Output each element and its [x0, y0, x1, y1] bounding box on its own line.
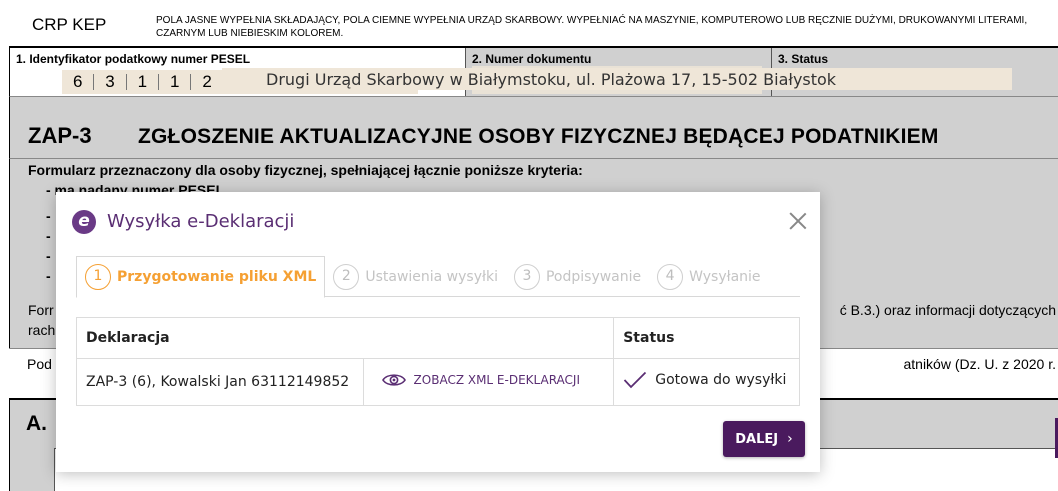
step-number: 3	[513, 263, 540, 290]
e-declaration-logo-icon: e	[72, 210, 96, 234]
column-header-declaration: Deklaracja	[75, 317, 615, 359]
declarations-table: Deklaracja Status ZAP-3 (6), Kowalski Ja…	[75, 317, 800, 406]
step-sending[interactable]: 4 Wysyłanie	[649, 256, 768, 297]
checkmark-icon	[624, 371, 647, 389]
step-number: 1	[85, 264, 111, 290]
next-button-label: DALEJ	[735, 431, 779, 447]
close-icon[interactable]	[787, 210, 809, 232]
table-header-row: Deklaracja Status	[75, 317, 800, 359]
status-text: Gotowa do wysyłki	[655, 372, 787, 388]
table-row: ZAP-3 (6), Kowalski Jan 63112149852 ZOBA…	[76, 358, 800, 406]
step-number: 4	[657, 263, 684, 290]
eye-icon	[381, 374, 406, 386]
step-number: 2	[333, 263, 360, 290]
next-button[interactable]: DALEJ ›	[723, 421, 805, 457]
status-value: Gotowa do wysyłki	[623, 371, 786, 389]
status-cell: Gotowa do wysyłki	[613, 358, 800, 406]
step-label: Przygotowanie pliku XML	[117, 269, 317, 285]
step-label: Ustawienia wysyłki	[365, 268, 498, 285]
step-send-settings[interactable]: 2 Ustawienia wysyłki	[325, 256, 506, 297]
step-label: Wysyłanie	[689, 268, 761, 285]
step-label: Podpisywanie	[545, 268, 642, 285]
view-xml-label: ZOBACZ XML E-DEKLARACJI	[413, 373, 581, 387]
view-xml-cell: ZOBACZ XML E-DEKLARACJI	[362, 358, 615, 406]
modal-overlay: e Wysyłka e-Deklaracji 1 Przygotowanie p…	[0, 0, 1058, 491]
chevron-right-icon: ›	[787, 431, 793, 447]
dialog-title: Wysyłka e-Deklaracji	[107, 211, 295, 232]
step-prepare-xml[interactable]: 1 Przygotowanie pliku XML	[76, 256, 326, 298]
view-xml-link[interactable]: ZOBACZ XML E-DEKLARACJI	[381, 372, 581, 388]
wizard-steps: 1 Przygotowanie pliku XML 2 Ustawienia w…	[76, 256, 800, 298]
e-declaration-dialog: e Wysyłka e-Deklaracji 1 Przygotowanie p…	[56, 192, 820, 472]
column-header-status: Status	[613, 317, 800, 359]
declaration-cell: ZAP-3 (6), Kowalski Jan 63112149852	[76, 358, 364, 406]
step-signing[interactable]: 3 Podpisywanie	[506, 256, 649, 297]
